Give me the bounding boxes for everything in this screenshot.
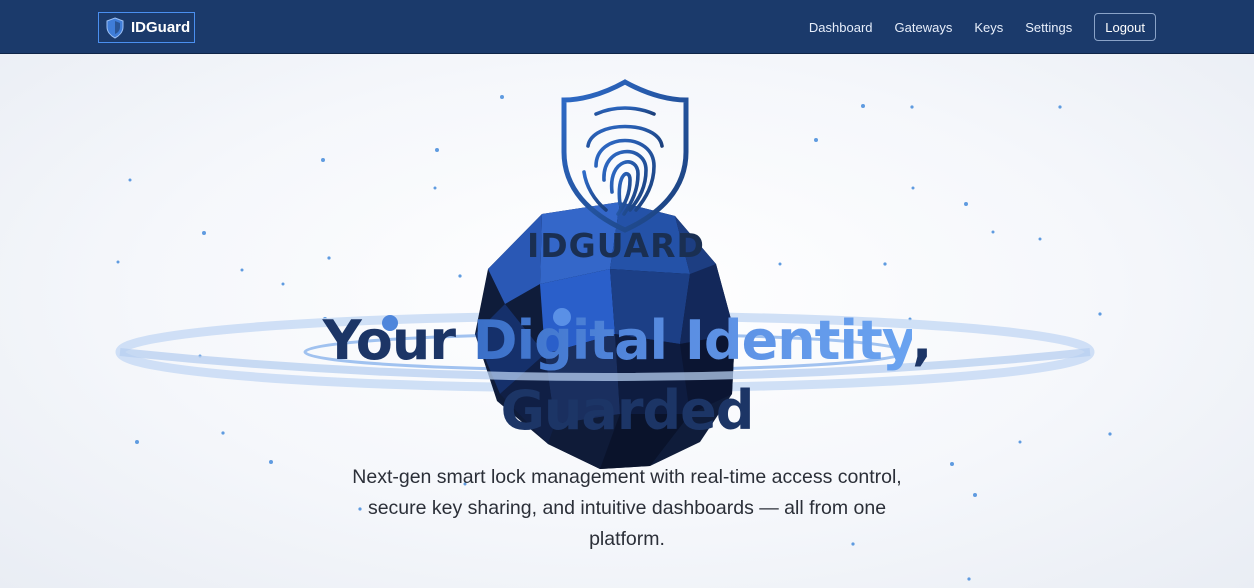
- hero-title: Your Digital Identity, Guarded: [0, 306, 1254, 446]
- hero-title-line-1: Your Digital Identity,: [322, 309, 933, 372]
- logout-button[interactable]: Logout: [1094, 13, 1156, 41]
- brand-name: IDGuard: [131, 19, 191, 36]
- hero-subtitle: Next-gen smart lock management with real…: [352, 466, 902, 550]
- nav-links: Dashboard Gateways Keys Settings Logout: [809, 13, 1156, 41]
- nav-link-dashboard[interactable]: Dashboard: [809, 20, 873, 35]
- brand-logo-link[interactable]: IDGuard: [98, 12, 195, 43]
- hero-wordmark: IDGUARD: [527, 226, 705, 265]
- nav-link-keys[interactable]: Keys: [974, 20, 1003, 35]
- nav-link-settings[interactable]: Settings: [1025, 20, 1072, 35]
- top-navbar: IDGuard Dashboard Gateways Keys Settings…: [0, 0, 1254, 54]
- hero-section: IDGUARD Your Digital Identity, Guarded N…: [0, 54, 1254, 588]
- hero-title-line-2: Guarded: [500, 379, 755, 442]
- shield-icon: [106, 16, 124, 39]
- nav-link-gateways[interactable]: Gateways: [895, 20, 953, 35]
